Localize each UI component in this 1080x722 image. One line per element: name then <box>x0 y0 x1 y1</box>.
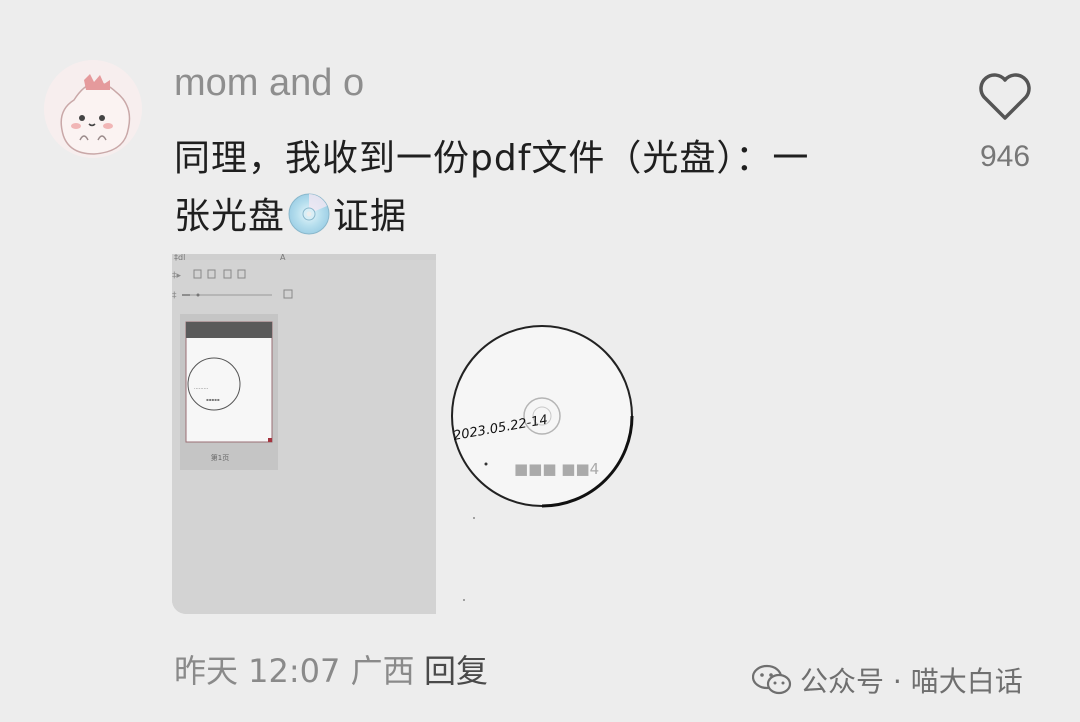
watermark-text: 公众号 · 喵大白话 <box>800 665 1023 698</box>
comment-text-part: 证据 <box>333 196 408 237</box>
attached-image-disc-scan[interactable]: 2023.05.22-14 ■■■ ■■4 <box>436 254 668 614</box>
svg-text:▪▪▪▪▪: ▪▪▪▪▪ <box>206 397 220 402</box>
avatar[interactable] <box>44 60 142 158</box>
watermark: 公众号 · 喵大白话 <box>752 660 1023 700</box>
like-button[interactable]: 946 <box>974 72 1036 174</box>
comment-timestamp-location: 昨天 12:07 广西 <box>174 652 415 690</box>
svg-text:·········: ········· <box>194 386 209 392</box>
avatar-cartoon-icon <box>44 60 142 158</box>
svg-text:‡dl: ‡dl <box>174 254 185 262</box>
heart-outline-icon <box>979 73 1031 120</box>
svg-text:A: A <box>280 254 286 262</box>
comment-line-1: 同理，我收到一份pdf文件（光盘）：一 <box>174 138 810 179</box>
optical-disc-icon <box>288 193 330 235</box>
like-count: 946 <box>979 140 1031 173</box>
disc-blurred-text: ■■■ ■■4 <box>514 460 599 478</box>
wechat-icon <box>752 664 792 695</box>
disc-scan-image: 2023.05.22-14 ■■■ ■■4 <box>436 254 668 614</box>
pdf-page-label: 第1页 <box>211 453 229 462</box>
username[interactable]: mom and o <box>174 62 364 105</box>
comment-line-2: 张光盘 证据 <box>174 188 924 246</box>
svg-text:‡▸: ‡▸ <box>172 271 182 281</box>
comment-text: 同理，我收到一份pdf文件（光盘）：一 张光盘 证据 <box>174 130 924 246</box>
attached-image-pdf-preview[interactable]: ‡dl A ‡▸ ‡ ········· ▪▪▪▪▪ 第1页 <box>172 254 436 614</box>
reply-button[interactable]: 回复 <box>424 646 488 692</box>
svg-text:‡: ‡ <box>172 291 177 301</box>
comment-text-part: 张光盘 <box>174 196 286 237</box>
pdf-viewer-screenshot: ‡dl A ‡▸ ‡ ········· ▪▪▪▪▪ 第1页 <box>172 254 436 614</box>
